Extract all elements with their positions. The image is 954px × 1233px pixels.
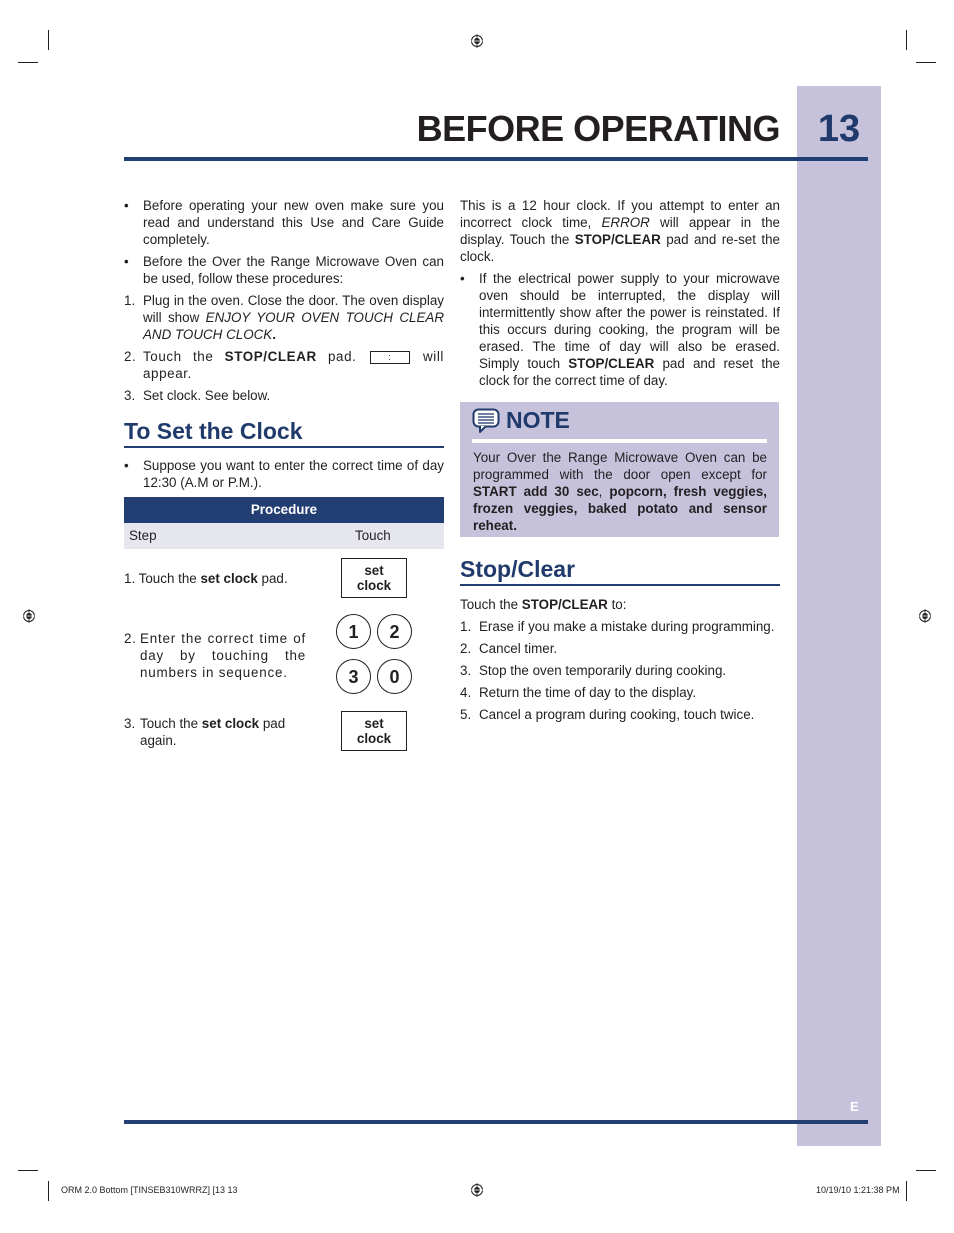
section-heading: Stop/Clear: [460, 554, 780, 586]
list-item: 1. Erase if you make a mistake during pro…: [460, 619, 775, 634]
sidebar-tab: [797, 86, 881, 1146]
crop-mark: [48, 1181, 49, 1201]
number-key-3: 3: [336, 659, 371, 694]
step-item: 2. Touch the STOP/CLEAR pad. : will appea…: [124, 349, 444, 381]
note-speech-bubble-icon: [472, 408, 500, 433]
table-row: 2. Enter the correct time of day by touch…: [124, 631, 306, 680]
crop-mark: [18, 62, 38, 63]
header-rule: [124, 157, 868, 161]
list-item: 5. Cancel a program during cooking, touch…: [460, 707, 755, 722]
list-item: • Suppose you want to enter the correct t…: [124, 458, 444, 490]
print-slug-left: ORM 2.0 Bottom [TINSEB310WRRZ] [13 13: [61, 1185, 238, 1195]
note-text: Your Over the Range Microwave Oven can b…: [473, 450, 767, 533]
step-item: 1. Plug in the oven. Close the door. The …: [124, 293, 444, 342]
crop-mark: [48, 30, 49, 50]
table-row: 3. Touch the set clock pad again.: [124, 716, 286, 748]
list-item: • Before the Over the Range Microwave Ove…: [124, 254, 444, 286]
list-item: 2. Cancel timer.: [460, 641, 558, 656]
list-item: • If the electrical power supply to your …: [460, 271, 780, 388]
bullet-icon: •: [124, 254, 129, 269]
page-number: 13: [817, 108, 861, 150]
number-key-2: 2: [377, 614, 412, 649]
print-slug-right: 10/19/10 1:21:38 PM: [816, 1185, 900, 1195]
registration-mark-icon: [918, 609, 932, 623]
number-key-0: 0: [377, 659, 412, 694]
crop-mark: [18, 1170, 38, 1171]
section-heading: To Set the Clock: [124, 416, 444, 448]
set-clock-section: To Set the Clock • Suppose you want to en…: [124, 416, 444, 496]
table-row: 1. Touch the set clock pad.: [124, 571, 288, 586]
registration-mark-icon: [470, 1183, 484, 1197]
stop-clear-section: Stop/Clear Touch the STOP/CLEAR to: 1. Er…: [460, 554, 780, 728]
page-title: BEFORE OPERATING: [416, 108, 781, 149]
display-indicator: :: [369, 350, 410, 364]
bullet-icon: •: [124, 198, 129, 213]
footer-rule: [124, 1120, 868, 1124]
col-touch: Touch: [355, 528, 391, 543]
bullet-icon: •: [124, 458, 129, 473]
crop-mark: [916, 62, 936, 63]
left-intro: • Before operating your new oven make sur…: [124, 197, 444, 409]
set-clock-pad: set clock: [341, 711, 407, 751]
number-key-1: 1: [336, 614, 371, 649]
procedure-table-subheader: Step Touch: [124, 523, 444, 549]
list-item: 3. Stop the oven temporarily during cooki…: [460, 663, 727, 678]
col-step: Step: [129, 528, 157, 543]
list-item: 4. Return the time of day to the display.: [460, 685, 697, 700]
note-divider: [472, 439, 767, 443]
language-indicator: E: [850, 1099, 859, 1114]
procedure-table-header: Procedure: [124, 497, 444, 523]
registration-mark-icon: [470, 34, 484, 48]
right-intro: This is a 12 hour clock. If you attempt …: [460, 198, 780, 388]
crop-mark: [906, 30, 907, 50]
registration-mark-icon: [22, 609, 36, 623]
set-clock-pad: set clock: [341, 558, 407, 598]
crop-mark: [906, 1181, 907, 1201]
step-item: 3. Set clock. See below.: [124, 388, 271, 403]
crop-mark: [916, 1170, 936, 1171]
bullet-icon: •: [460, 271, 465, 286]
list-item: • Before operating your new oven make sur…: [124, 198, 444, 247]
note-title: NOTE: [506, 407, 570, 433]
